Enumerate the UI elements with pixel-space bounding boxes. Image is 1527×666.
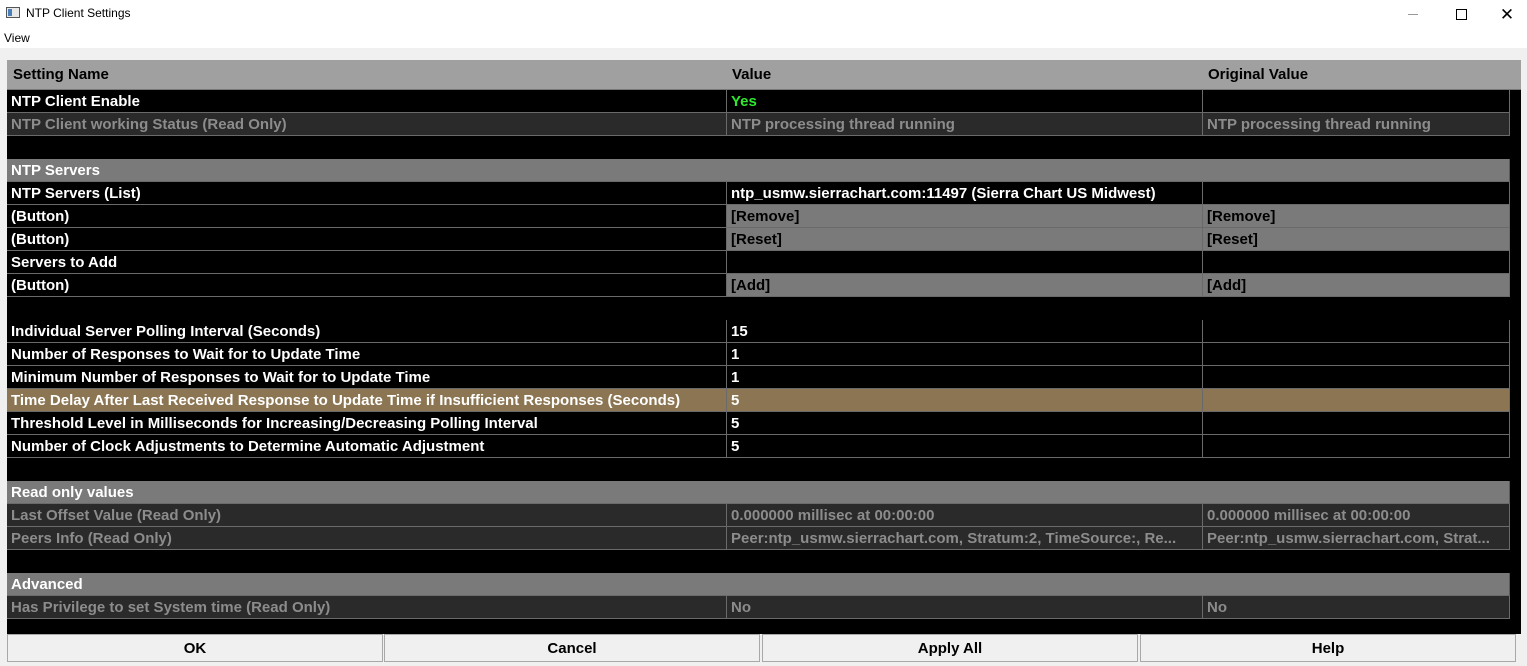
setting-value-cell[interactable]: ntp_usmw.sierrachart.com:11497 (Sierra C…: [727, 182, 1203, 205]
setting-row: Time Delay After Last Received Response …: [7, 389, 1521, 412]
setting-name-cell[interactable]: Time Delay After Last Received Response …: [7, 389, 727, 412]
settings-grid: Setting Name Value Original Value NTP Cl…: [7, 60, 1521, 634]
setting-name-cell[interactable]: NTP Client Enable: [7, 90, 727, 113]
setting-row: Servers to Add: [7, 251, 1521, 274]
grid-action-button-original[interactable]: [Remove]: [1203, 205, 1510, 228]
setting-name-cell[interactable]: Last Offset Value (Read Only): [7, 504, 727, 527]
original-value-cell: [1203, 251, 1510, 274]
setting-row: Last Offset Value (Read Only) 0.000000 mi…: [7, 504, 1521, 527]
setting-row: Has Privilege to set System time (Read O…: [7, 596, 1521, 619]
column-header-value[interactable]: Value: [726, 60, 771, 90]
setting-value-cell[interactable]: 5: [727, 435, 1203, 458]
original-value-cell: [1203, 320, 1510, 343]
setting-name-cell[interactable]: Number of Clock Adjustments to Determine…: [7, 435, 727, 458]
ok-button[interactable]: OK: [7, 634, 383, 662]
menu-view[interactable]: View: [4, 31, 30, 45]
blank-row: [7, 550, 1521, 573]
blank-row: [7, 297, 1521, 320]
setting-value-cell[interactable]: 5: [727, 412, 1203, 435]
section-header[interactable]: Advanced: [7, 573, 1510, 596]
setting-name-cell[interactable]: (Button): [7, 205, 727, 228]
grid-action-button[interactable]: [Add]: [727, 274, 1203, 297]
section-header-row: NTP Servers: [7, 159, 1521, 182]
setting-value-cell: No: [727, 596, 1203, 619]
setting-row: Individual Server Polling Interval (Seco…: [7, 320, 1521, 343]
original-value-cell: [1203, 435, 1510, 458]
setting-row: Threshold Level in Milliseconds for Incr…: [7, 412, 1521, 435]
setting-name-cell[interactable]: Servers to Add: [7, 251, 727, 274]
app-icon: [6, 7, 20, 18]
original-value-cell: [1203, 412, 1510, 435]
setting-row: Number of Clock Adjustments to Determine…: [7, 435, 1521, 458]
column-header-original-value[interactable]: Original Value: [1202, 60, 1308, 90]
close-icon: ✕: [1499, 4, 1515, 24]
grid-action-button[interactable]: [Remove]: [727, 205, 1203, 228]
section-header-row: Advanced: [7, 573, 1521, 596]
setting-value-cell: Peer:ntp_usmw.sierrachart.com, Stratum:2…: [727, 527, 1203, 550]
setting-row: Peers Info (Read Only) Peer:ntp_usmw.sier…: [7, 527, 1521, 550]
setting-name-cell[interactable]: (Button): [7, 274, 727, 297]
minimize-button[interactable]: [1390, 0, 1436, 28]
setting-name-cell[interactable]: (Button): [7, 228, 727, 251]
close-button[interactable]: ✕: [1484, 0, 1527, 28]
original-value-cell: [1203, 343, 1510, 366]
grid-action-button[interactable]: [Reset]: [727, 228, 1203, 251]
setting-name-cell[interactable]: NTP Servers (List): [7, 182, 727, 205]
setting-value-cell[interactable]: 15: [727, 320, 1203, 343]
grid-action-button-original[interactable]: [Add]: [1203, 274, 1510, 297]
setting-row: (Button) [Add] [Add]: [7, 274, 1521, 297]
setting-row: NTP Client working Status (Read Only) NTP…: [7, 113, 1521, 136]
setting-value-cell: NTP processing thread running: [727, 113, 1203, 136]
cancel-button[interactable]: Cancel: [384, 634, 760, 662]
title-bar: NTP Client Settings ✕: [0, 0, 1527, 28]
section-header[interactable]: Read only values: [7, 481, 1510, 504]
original-value-cell: [1203, 389, 1510, 412]
setting-value-cell: 0.000000 millisec at 00:00:00: [727, 504, 1203, 527]
setting-row: Number of Responses to Wait for to Updat…: [7, 343, 1521, 366]
section-header[interactable]: NTP Servers: [7, 159, 1510, 182]
menu-bar: View: [0, 28, 1527, 48]
window-title: NTP Client Settings: [26, 6, 131, 20]
setting-value-cell[interactable]: 1: [727, 343, 1203, 366]
help-button[interactable]: Help: [1140, 634, 1516, 662]
setting-name-cell[interactable]: Individual Server Polling Interval (Seco…: [7, 320, 727, 343]
setting-row: (Button) [Remove] [Remove]: [7, 205, 1521, 228]
setting-value-cell[interactable]: 1: [727, 366, 1203, 389]
maximize-button[interactable]: [1438, 0, 1484, 28]
original-value-cell: No: [1203, 596, 1510, 619]
original-value-cell: [1203, 182, 1510, 205]
setting-name-cell[interactable]: Minimum Number of Responses to Wait for …: [7, 366, 727, 389]
original-value-cell: [1203, 366, 1510, 389]
blank-row: [7, 136, 1521, 159]
original-value-cell: [1203, 90, 1510, 113]
original-value-cell: NTP processing thread running: [1203, 113, 1510, 136]
setting-name-cell[interactable]: Number of Responses to Wait for to Updat…: [7, 343, 727, 366]
column-header-setting-name[interactable]: Setting Name: [7, 60, 109, 90]
setting-row: (Button) [Reset] [Reset]: [7, 228, 1521, 251]
original-value-cell: Peer:ntp_usmw.sierrachart.com, Strat...: [1203, 527, 1510, 550]
setting-row: NTP Servers (List) ntp_usmw.sierrachart.c…: [7, 182, 1521, 205]
setting-name-cell[interactable]: Has Privilege to set System time (Read O…: [7, 596, 727, 619]
original-value-cell: 0.000000 millisec at 00:00:00: [1203, 504, 1510, 527]
apply-all-button[interactable]: Apply All: [762, 634, 1138, 662]
setting-value-cell[interactable]: 5: [727, 389, 1203, 412]
setting-value-cell[interactable]: [727, 251, 1203, 274]
setting-row: NTP Client Enable Yes: [7, 90, 1521, 113]
maximize-icon: [1455, 8, 1467, 20]
setting-name-cell[interactable]: Threshold Level in Milliseconds for Incr…: [7, 412, 727, 435]
section-header-row: Read only values: [7, 481, 1521, 504]
grid-header: Setting Name Value Original Value: [7, 60, 1521, 90]
setting-row: Minimum Number of Responses to Wait for …: [7, 366, 1521, 389]
setting-value-cell[interactable]: Yes: [727, 90, 1203, 113]
setting-name-cell[interactable]: NTP Client working Status (Read Only): [7, 113, 727, 136]
dialog-buttons: OK Cancel Apply All Help: [7, 634, 1521, 662]
grid-action-button-original[interactable]: [Reset]: [1203, 228, 1510, 251]
blank-row: [7, 458, 1521, 481]
minimize-icon: [1408, 13, 1418, 15]
setting-name-cell[interactable]: Peers Info (Read Only): [7, 527, 727, 550]
